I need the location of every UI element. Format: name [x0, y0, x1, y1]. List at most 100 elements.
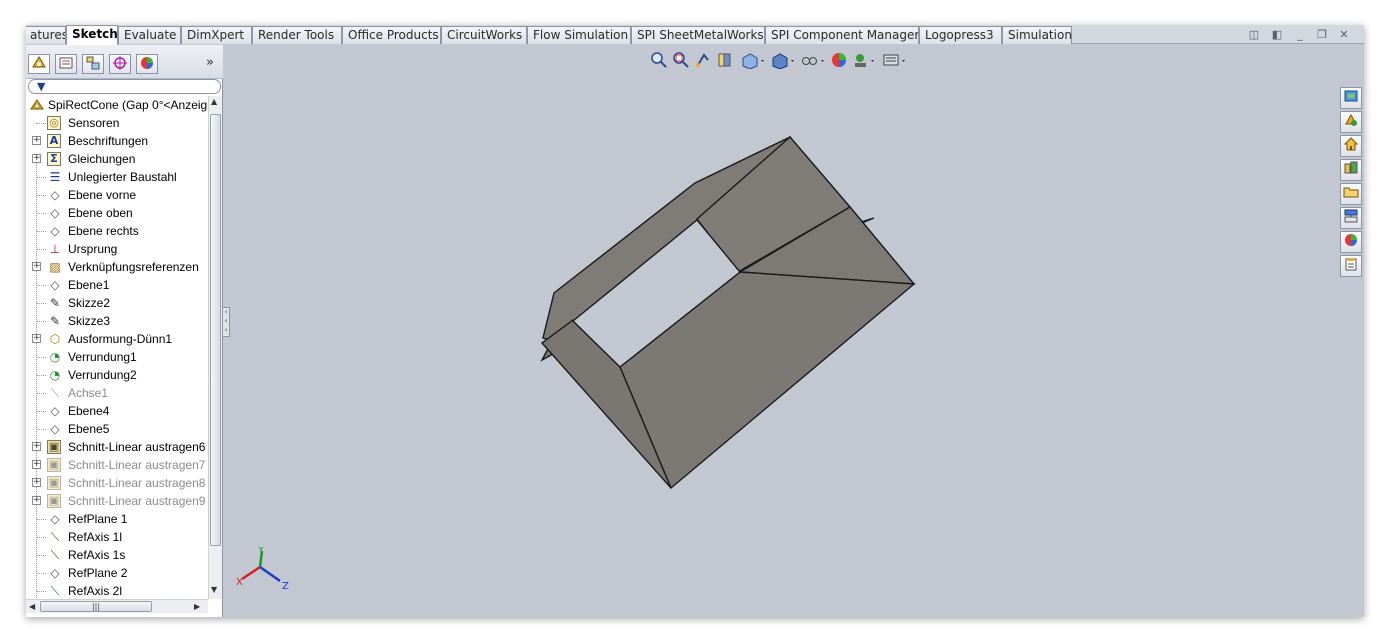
tree-item[interactable]: ◔ Verrundung2 — [26, 366, 208, 384]
restore-icon[interactable]: ❐ — [1315, 29, 1329, 41]
custom-properties-button[interactable] — [1340, 255, 1362, 277]
more-tabs-chevron-icon[interactable]: » — [206, 55, 214, 70]
expand-icon[interactable]: + — [32, 442, 41, 451]
tree-item-label: Ebene vorne — [68, 188, 137, 202]
tree-item[interactable]: + ▨ Verknüpfungsreferenzen — [26, 258, 208, 276]
tree-item[interactable]: + ▣ Schnitt-Linear austragen6 — [26, 438, 208, 456]
expand-icon[interactable]: + — [32, 496, 41, 505]
tile-left-icon[interactable]: ◫ — [1247, 29, 1261, 41]
appearances-button[interactable] — [1340, 231, 1362, 253]
tree-item[interactable]: ◎ Sensoren — [26, 114, 208, 132]
feature-manager-tab[interactable] — [28, 54, 50, 74]
tree-horizontal-scroll-thumb[interactable]: ||| — [40, 601, 152, 612]
expand-icon[interactable]: + — [32, 136, 41, 145]
tree-item[interactable]: ◇ Ebene vorne — [26, 186, 208, 204]
tree-item[interactable]: ⟍ RefAxis 1l — [26, 528, 208, 546]
annotations-icon: A — [47, 134, 61, 148]
tree-item[interactable]: ◇ Ebene oben — [26, 204, 208, 222]
sheet-metal-part[interactable] — [540, 135, 916, 490]
tree-item[interactable]: + ▣ Schnitt-Linear austragen7 — [26, 456, 208, 474]
expand-icon[interactable]: + — [32, 478, 41, 487]
expand-icon[interactable]: + — [32, 334, 41, 343]
feature-tree-filter[interactable]: ▼ — [28, 79, 221, 94]
tree-item[interactable]: ◇ Ebene4 — [26, 402, 208, 420]
tree-vertical-scroll-thumb[interactable] — [210, 114, 221, 546]
close-icon[interactable]: ✕ — [1337, 29, 1351, 41]
view-settings-icon[interactable] — [882, 51, 908, 71]
tile-right-icon[interactable]: ◧ — [1270, 29, 1284, 41]
folder-icon — [1343, 187, 1359, 198]
tree-item[interactable]: ✎ Skizze3 — [26, 312, 208, 330]
property-manager-icon — [59, 57, 73, 69]
equations-icon: Σ — [47, 152, 61, 166]
tree-item[interactable]: ⟍ RefAxis 1s — [26, 546, 208, 564]
tree-vertical-scrollbar[interactable]: ▲ ▼ — [208, 96, 222, 599]
tab-features[interactable]: atures — [26, 26, 66, 44]
edit-appearance-icon[interactable] — [830, 51, 848, 71]
tree-item[interactable]: ◇ RefPlane 2 — [26, 564, 208, 582]
tree-item[interactable]: ◇ Ebene1 — [26, 276, 208, 294]
tree-item[interactable]: ⊥ Ursprung — [26, 240, 208, 258]
folder-button[interactable] — [1340, 183, 1362, 205]
minimize-icon[interactable]: _ — [1293, 29, 1307, 41]
tree-item[interactable]: + ⬡ Ausformung-Dünn1 — [26, 330, 208, 348]
expand-icon[interactable]: + — [32, 154, 41, 163]
tab-spi-sheetmetalworks[interactable]: SPI SheetMetalWorks — [631, 26, 765, 44]
file-explorer-button[interactable] — [1340, 159, 1362, 181]
scroll-up-icon[interactable]: ▲ — [211, 97, 217, 106]
mate-reference-icon: ▨ — [49, 260, 61, 274]
tab-circuitworks[interactable]: CircuitWorks — [441, 26, 527, 44]
display-style-icon[interactable] — [770, 51, 796, 71]
tree-item[interactable]: ⟍ Achse1 — [26, 384, 208, 402]
tree-guide-branch — [36, 195, 46, 196]
scroll-down-icon[interactable]: ▼ — [211, 585, 217, 594]
axis-icon: ⟍ — [50, 386, 60, 400]
tree-item[interactable]: ◇ RefPlane 1 — [26, 510, 208, 528]
tree-item-label: Achse1 — [68, 386, 109, 400]
zoom-to-fit-icon[interactable] — [650, 51, 668, 71]
tab-logopress3[interactable]: Logopress3 — [919, 26, 1002, 44]
tree-item[interactable]: ◇ Ebene rechts — [26, 222, 208, 240]
tree-horizontal-scrollbar[interactable]: ◀ ||| ▶ — [26, 599, 208, 613]
solidworks-resources-button[interactable] — [1340, 87, 1362, 109]
apply-scene-icon[interactable] — [852, 51, 878, 71]
view-orientation-icon[interactable] — [740, 51, 766, 71]
zoom-to-area-icon[interactable] — [672, 51, 690, 71]
tree-guide-branch — [36, 303, 46, 304]
hide-show-items-icon[interactable] — [800, 51, 826, 71]
display-manager-tab[interactable] — [136, 54, 158, 74]
previous-view-icon[interactable] — [694, 51, 712, 71]
scroll-left-icon[interactable]: ◀ — [29, 602, 35, 611]
tree-item[interactable]: + ▣ Schnitt-Linear austragen8 — [26, 474, 208, 492]
property-manager-tab[interactable] — [55, 54, 77, 74]
dimxpert-manager-tab[interactable] — [109, 54, 131, 74]
plane-icon: ◇ — [50, 278, 60, 292]
home-button[interactable] — [1340, 135, 1362, 157]
tab-render-tools[interactable]: Render Tools — [252, 26, 342, 44]
scroll-right-icon[interactable]: ▶ — [194, 602, 200, 611]
tree-item[interactable]: + ▣ Schnitt-Linear austragen9 — [26, 492, 208, 510]
tree-item[interactable]: ◇ Ebene5 — [26, 420, 208, 438]
tree-item[interactable]: ☰ Unlegierter Baustahl — [26, 168, 208, 186]
tree-item[interactable]: ◔ Verrundung1 — [26, 348, 208, 366]
tab-sketch[interactable]: Sketch — [66, 25, 118, 45]
expand-icon[interactable]: + — [32, 460, 41, 469]
configuration-manager-tab[interactable] — [82, 54, 104, 74]
tab-simulation[interactable]: Simulation — [1002, 26, 1072, 44]
tab-flow-simulation[interactable]: Flow Simulation — [527, 26, 631, 44]
tree-item[interactable]: ✎ Skizze2 — [26, 294, 208, 312]
tree-item[interactable]: + Σ Gleichungen — [26, 150, 208, 168]
graphics-area[interactable] — [224, 45, 1340, 617]
tab-dimxpert[interactable]: DimXpert — [181, 26, 252, 44]
tree-item[interactable]: + A Beschriftungen — [26, 132, 208, 150]
tab-office-products[interactable]: Office Products — [342, 26, 441, 44]
tab-spi-component-manager[interactable]: SPI Component Manager — [765, 26, 919, 44]
tab-evaluate[interactable]: Evaluate — [118, 26, 181, 44]
cut-extrude-icon: ▣ — [47, 494, 61, 508]
tree-item[interactable]: ⟍ RefAxis 2l — [26, 582, 208, 599]
section-view-icon[interactable] — [716, 51, 734, 71]
expand-icon[interactable]: + — [32, 262, 41, 271]
tree-root[interactable]: SpiRectCone (Gap 0°<Anzeig — [26, 96, 208, 114]
view-palette-button[interactable] — [1340, 207, 1362, 229]
design-library-button[interactable] — [1340, 111, 1362, 133]
